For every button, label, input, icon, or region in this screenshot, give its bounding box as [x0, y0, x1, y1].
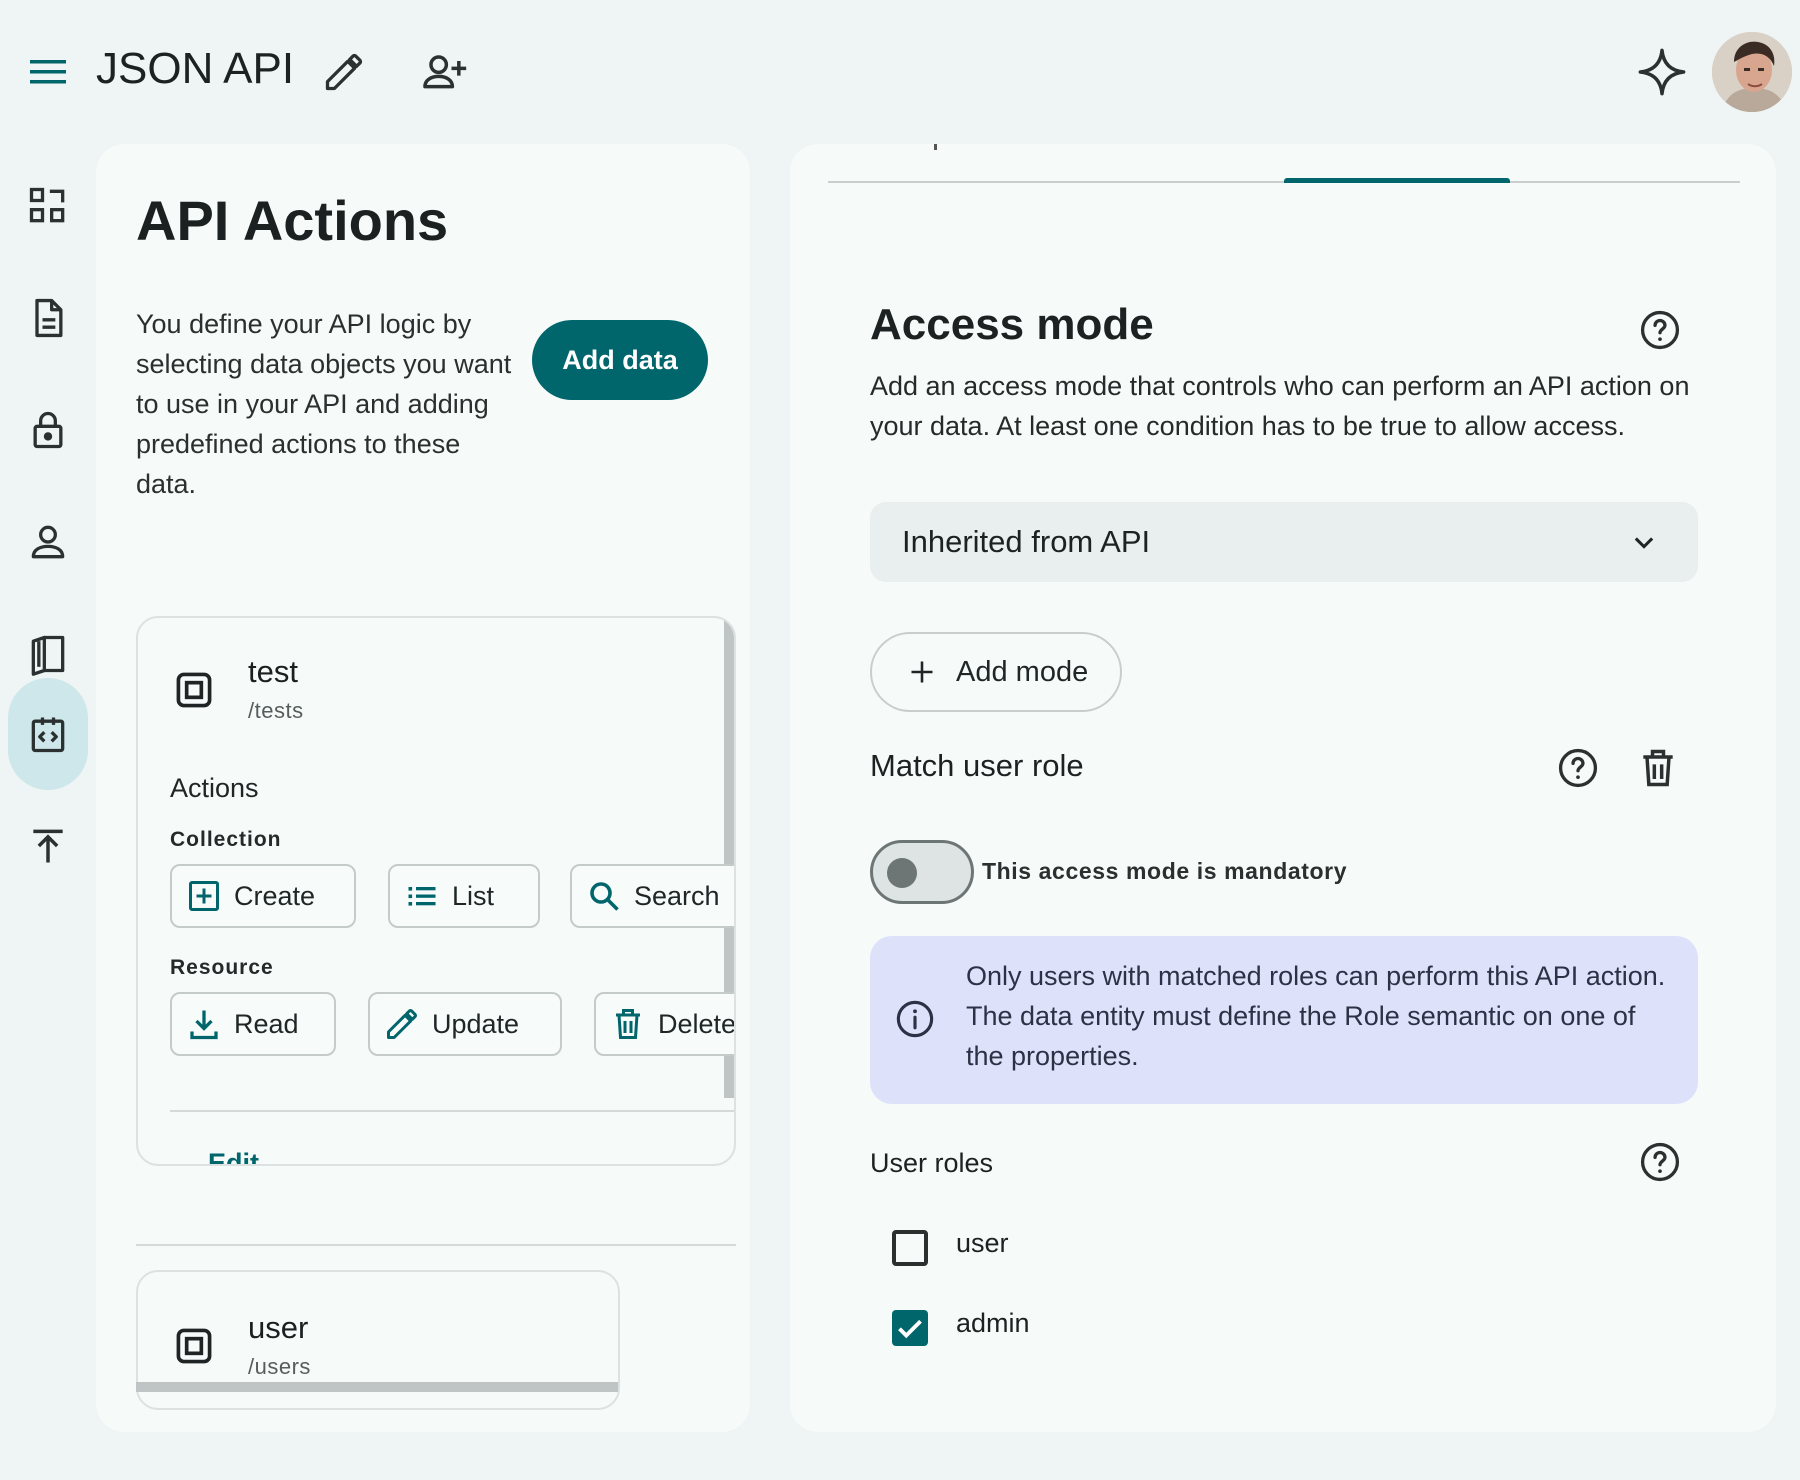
entity-path: /tests: [248, 698, 304, 723]
user-avatar[interactable]: [1712, 32, 1792, 112]
card-divider: [170, 1110, 734, 1112]
document-icon: [26, 296, 70, 340]
access-settings-panel: Access mode Add an access mode that cont…: [790, 144, 1776, 1432]
sparkle-icon[interactable]: [1636, 46, 1688, 98]
nav-security[interactable]: [8, 374, 88, 486]
mandatory-toggle[interactable]: [870, 840, 974, 904]
lock-icon: [26, 408, 70, 452]
tab-fragment: [934, 144, 937, 150]
select-value: Inherited from API: [902, 524, 1151, 559]
nav-users[interactable]: [8, 486, 88, 598]
page-title: API Actions: [136, 189, 449, 252]
add-person-icon[interactable]: [420, 50, 472, 94]
user-roles-title: User roles: [870, 1148, 994, 1178]
search-label: Search: [634, 880, 720, 911]
person-icon: [26, 520, 70, 564]
book-icon: [26, 632, 70, 676]
add-mode-label: Add mode: [956, 655, 1089, 688]
update-action-chip[interactable]: Update: [368, 992, 562, 1056]
role-checkbox-user[interactable]: [892, 1230, 928, 1266]
help-icon[interactable]: [1638, 1140, 1682, 1184]
read-action-chip[interactable]: Read: [170, 992, 336, 1056]
search-icon: [586, 878, 622, 914]
checkmark-icon: [892, 1310, 928, 1346]
list-icon: [404, 878, 440, 914]
entity-path: /users: [248, 1354, 311, 1379]
data-card-test: test /tests Actions Collection Create Li…: [136, 616, 736, 1166]
collection-label: Collection: [170, 828, 282, 851]
horizontal-scrollbar[interactable]: [136, 1382, 618, 1392]
trash-icon: [610, 1006, 646, 1042]
actions-label: Actions: [170, 773, 259, 803]
delete-label: Delete: [658, 1008, 736, 1039]
entity-icon: [172, 668, 216, 712]
info-banner: Only users with matched roles can perfor…: [870, 936, 1698, 1104]
entity-name: user: [248, 1310, 309, 1345]
info-text: Only users with matched roles can perfor…: [966, 961, 1666, 1071]
role-label-admin: admin: [956, 1308, 1030, 1338]
nav-dashboard[interactable]: [8, 150, 88, 262]
plus-icon: [908, 658, 936, 686]
access-mode-select[interactable]: Inherited from API: [870, 502, 1698, 582]
edit-link[interactable]: Edit: [208, 1148, 259, 1164]
mandatory-label: This access mode is mandatory: [982, 858, 1348, 884]
nav-api[interactable]: [8, 678, 88, 790]
help-icon[interactable]: [1556, 746, 1600, 790]
add-data-button[interactable]: Add data: [532, 320, 708, 400]
download-icon: [186, 1006, 222, 1042]
pencil-icon: [384, 1006, 420, 1042]
nav-documents[interactable]: [8, 262, 88, 374]
list-label: List: [452, 880, 495, 911]
api-actions-panel: API Actions You define your API logic by…: [96, 144, 750, 1432]
list-divider: [136, 1244, 736, 1246]
delete-action-chip[interactable]: Delete: [594, 992, 736, 1056]
entity-icon: [172, 1324, 216, 1368]
help-icon[interactable]: [1638, 308, 1682, 352]
toggle-knob: [887, 858, 917, 888]
active-tab-indicator: [1284, 178, 1510, 183]
access-mode-description: Add an access mode that controls who can…: [870, 371, 1690, 441]
add-box-icon: [186, 878, 222, 914]
publish-icon: [26, 824, 70, 868]
role-checkbox-admin[interactable]: [892, 1310, 928, 1346]
resource-label: Resource: [170, 956, 274, 979]
update-label: Update: [432, 1008, 520, 1039]
dashboard-icon: [26, 184, 70, 228]
chevron-down-icon: [1630, 528, 1658, 556]
pencil-icon[interactable]: [322, 50, 366, 94]
create-action-chip[interactable]: Create: [170, 864, 356, 928]
entity-name: test: [248, 654, 298, 689]
search-action-chip[interactable]: Search: [570, 864, 734, 928]
menu-icon[interactable]: [24, 52, 72, 92]
read-label: Read: [234, 1008, 299, 1039]
create-label: Create: [234, 880, 316, 911]
match-user-role-title: Match user role: [870, 748, 1084, 783]
info-icon: [894, 998, 936, 1040]
app-title: JSON API: [96, 44, 295, 93]
trash-icon[interactable]: [1636, 746, 1680, 790]
nav-publish[interactable]: [8, 790, 88, 902]
top-app-bar: JSON API: [0, 0, 1800, 140]
add-mode-button[interactable]: Add mode: [870, 632, 1122, 712]
access-mode-title: Access mode: [870, 300, 1154, 349]
list-action-chip[interactable]: List: [388, 864, 540, 928]
api-code-icon: [26, 712, 70, 756]
role-label-user: user: [956, 1228, 1009, 1258]
intro-text: You define your API logic by selecting d…: [136, 309, 512, 499]
